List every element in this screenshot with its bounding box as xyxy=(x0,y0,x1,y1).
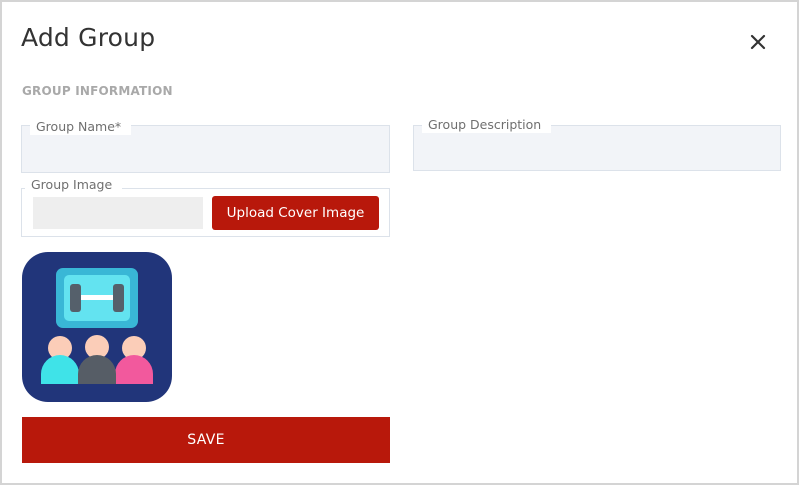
group-meeting-icon xyxy=(22,252,172,402)
add-group-dialog: Add Group GROUP INFORMATION Group Name* … xyxy=(0,0,799,485)
close-icon[interactable] xyxy=(746,30,770,54)
group-image-field: Upload Cover Image xyxy=(21,188,390,237)
group-image-label: Group Image xyxy=(25,177,123,193)
dialog-title: Add Group xyxy=(21,23,156,52)
file-name-display xyxy=(33,197,203,229)
group-name-label: Group Name* xyxy=(30,119,132,135)
save-button[interactable]: SAVE xyxy=(22,417,390,463)
section-title: GROUP INFORMATION xyxy=(22,84,173,98)
upload-cover-image-button[interactable]: Upload Cover Image xyxy=(212,196,379,230)
group-description-label: Group Description xyxy=(422,117,552,133)
